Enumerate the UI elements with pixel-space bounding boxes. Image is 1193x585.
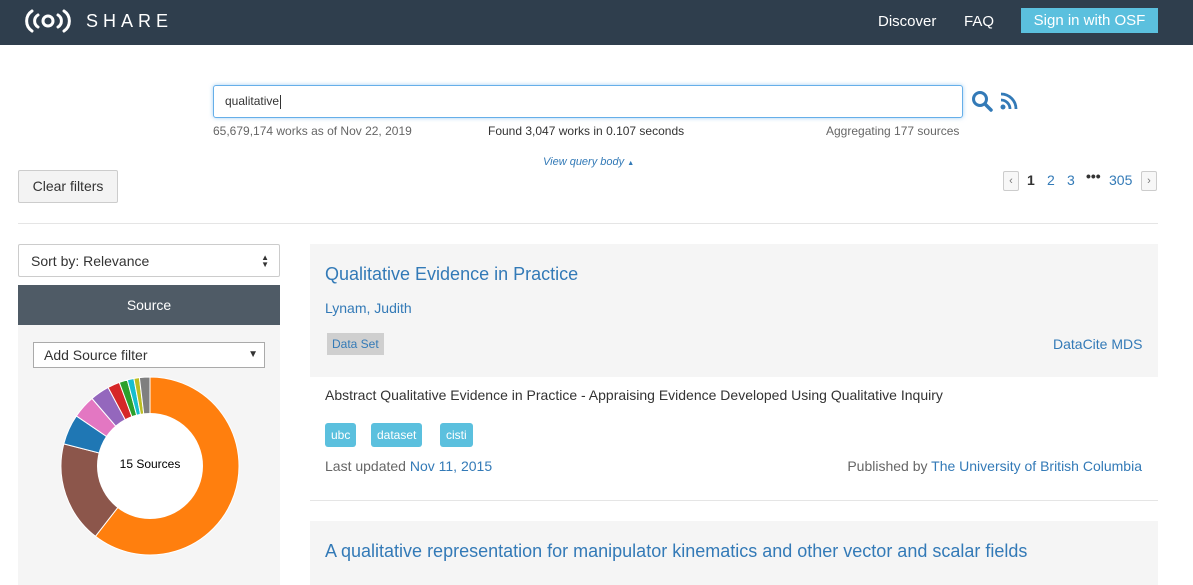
sort-arrows-icon: ▲ ▼	[261, 253, 269, 269]
sort-select[interactable]: Sort by: Relevance ▲ ▼	[18, 244, 280, 277]
result-title-2[interactable]: A qualitative representation for manipul…	[325, 541, 1045, 561]
top-navbar: SHARE Discover FAQ Sign in with OSF	[0, 0, 1193, 45]
works-count: 65,679,174 works as of Nov 22, 2019	[213, 124, 412, 138]
view-query-body-link[interactable]: View query body ▲	[543, 156, 634, 168]
result-title[interactable]: Qualitative Evidence in Practice	[325, 264, 578, 285]
sort-select-label: Sort by: Relevance	[31, 253, 150, 269]
source-panel-heading: Source	[18, 285, 280, 325]
next-page-icon[interactable]: ›	[1141, 171, 1157, 191]
search-icon[interactable]	[971, 90, 993, 112]
clear-filters-button[interactable]: Clear filters	[18, 170, 118, 203]
last-updated: Last updated Nov 11, 2015	[325, 458, 492, 474]
tag-ubc[interactable]: ubc	[325, 423, 357, 447]
rss-icon[interactable]	[999, 91, 1019, 111]
result-source-link[interactable]: DataCite MDS	[1053, 336, 1142, 352]
last-updated-date[interactable]: Nov 11, 2015	[410, 458, 492, 474]
found-count: Found 3,047 works in 0.107 seconds	[488, 124, 685, 138]
result-abstract: Abstract Qualitative Evidence in Practic…	[325, 387, 943, 403]
result-type-badge[interactable]: Data Set	[327, 333, 384, 355]
page-1[interactable]: 1	[1027, 172, 1035, 188]
nav-faq-link[interactable]: FAQ	[964, 13, 994, 30]
page-3[interactable]: 3	[1067, 172, 1075, 188]
share-logo[interactable]: SHARE	[22, 7, 173, 35]
nav-discover-link[interactable]: Discover	[878, 13, 936, 30]
source-count: Aggregating 177 sources	[826, 124, 960, 138]
result-divider	[310, 500, 1158, 501]
tag-dataset[interactable]: dataset	[371, 423, 423, 447]
donut-center-label: 15 Sources	[119, 457, 181, 471]
share-logo-icon	[25, 9, 71, 33]
search-input[interactable]: qualitative	[213, 85, 963, 118]
publisher-link[interactable]: The University of British Columbia	[931, 458, 1142, 474]
dropdown-arrow-icon: ▼	[248, 349, 258, 360]
header-divider	[18, 223, 1158, 224]
published-by-label: Published by	[847, 458, 928, 474]
ellipsis-icon: •••	[1086, 168, 1101, 184]
tag-cisti[interactable]: cisti	[440, 423, 473, 447]
page-2[interactable]: 2	[1047, 172, 1055, 188]
text-caret	[280, 94, 282, 109]
page-last[interactable]: 305	[1109, 172, 1132, 188]
caret-up-icon: ▲	[627, 160, 635, 167]
brand-name: SHARE	[86, 10, 174, 31]
sign-in-button[interactable]: Sign in with OSF	[1021, 8, 1158, 33]
add-source-filter-label: Add Source filter	[44, 347, 148, 363]
view-query-label: View query body	[543, 156, 625, 168]
published-by: Published by The University of British C…	[847, 458, 1142, 474]
last-updated-label: Last updated	[325, 458, 406, 474]
prev-page-icon[interactable]: ‹	[1003, 171, 1019, 191]
add-source-filter-select[interactable]: Add Source filter ▼	[33, 342, 265, 368]
result-author[interactable]: Lynam, Judith	[325, 300, 412, 316]
search-input-value: qualitative	[225, 94, 280, 108]
